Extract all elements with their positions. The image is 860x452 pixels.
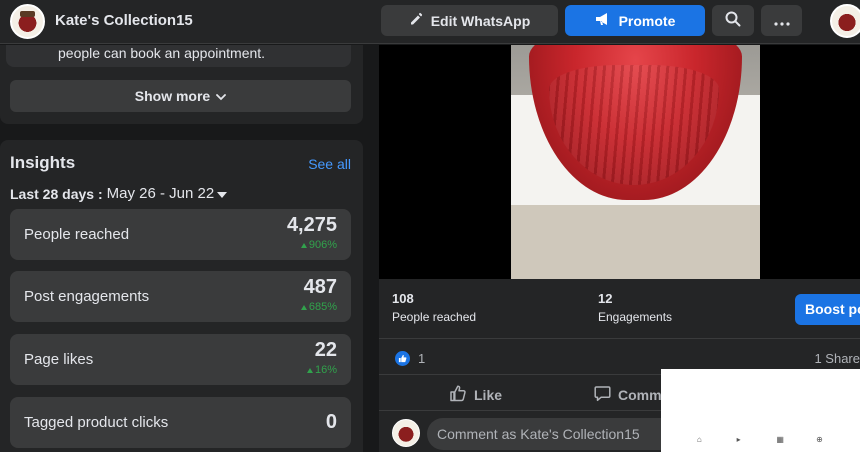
insights-title: Insights: [10, 153, 76, 172]
insights-card: Insights See all Last 28 days : May 26 -…: [0, 140, 363, 452]
show-more-button[interactable]: Show more: [10, 80, 351, 112]
left-column: people can book an appointment. Show mor…: [0, 45, 363, 452]
metric-change: 685%: [300, 301, 337, 313]
post-media[interactable]: [379, 45, 860, 279]
speech-bubble-icon: [594, 385, 611, 405]
megaphone-icon: [595, 12, 611, 29]
metric-label: Tagged product clicks: [24, 414, 169, 431]
edit-whatsapp-label: Edit WhatsApp: [430, 12, 531, 29]
thumbs-up-icon: [449, 385, 467, 405]
comment-input[interactable]: Comment as Kate's Collection15: [427, 418, 677, 450]
see-all-link[interactable]: See all: [308, 156, 351, 172]
period-range: May 26 - Jun 22: [106, 185, 215, 202]
stat-value: 12: [598, 291, 613, 306]
promote-label: Promote: [618, 12, 676, 29]
metric-page-likes[interactable]: Page likes 22 16%: [10, 334, 351, 385]
stat-people-reached[interactable]: 108 People reached: [392, 291, 476, 324]
metric-label: People reached: [24, 226, 130, 243]
promote-button[interactable]: Promote: [565, 5, 705, 36]
metric-change: 906%: [300, 239, 337, 251]
period-label: Last 28 days :: [10, 185, 103, 202]
metric-tagged-product-clicks[interactable]: Tagged product clicks 0: [10, 397, 351, 448]
metric-people-reached[interactable]: People reached 4,275 906%: [10, 209, 351, 260]
trend-up-icon: [306, 367, 313, 373]
metric-value: 487: [303, 276, 337, 298]
overlay-toolbar: ⌂ ▸ ▦ ⊕: [661, 427, 860, 452]
search-button[interactable]: [712, 5, 754, 36]
ellipsis-icon: [773, 13, 790, 29]
play-icon[interactable]: ▸: [737, 435, 745, 444]
overlay-panel: ⌂ ▸ ▦ ⊕: [661, 369, 860, 452]
search-icon: [725, 11, 741, 30]
metric-change-value: 685%: [308, 301, 337, 313]
dress-photo: [511, 45, 760, 279]
about-item: people can book an appointment.: [6, 45, 351, 67]
metric-value: 0: [325, 411, 337, 433]
metric-value: 4,275: [286, 214, 337, 236]
home-icon[interactable]: ⌂: [697, 435, 705, 444]
metric-change: 16%: [306, 364, 337, 376]
stat-engagements[interactable]: 12 Engagements: [598, 291, 672, 324]
like-reaction-icon[interactable]: [395, 351, 410, 366]
more-options-button[interactable]: [761, 5, 802, 36]
chevron-down-icon: [216, 88, 227, 104]
period-selector[interactable]: Last 28 days : May 26 - Jun 22: [10, 185, 228, 202]
photo-floor: [511, 205, 760, 279]
about-card: people can book an appointment. Show mor…: [0, 45, 363, 124]
show-more-label: Show more: [134, 88, 211, 104]
pencil-icon: [409, 12, 423, 29]
profile-avatar[interactable]: [830, 4, 860, 38]
about-text: people can book an appointment.: [58, 45, 266, 61]
trend-up-icon: [300, 242, 307, 248]
metric-label: Post engagements: [24, 288, 150, 305]
shares-count[interactable]: 1 Share: [814, 351, 860, 366]
post-stats: 108 People reached 12 Engagements Boost …: [379, 279, 860, 339]
reaction-count[interactable]: 1: [418, 351, 425, 366]
stat-value: 108: [392, 291, 414, 306]
metric-post-engagements[interactable]: Post engagements 487 685%: [10, 271, 351, 322]
stat-label: People reached: [392, 310, 477, 324]
page-avatar[interactable]: [10, 4, 45, 39]
globe-icon[interactable]: ⊕: [816, 435, 824, 444]
edit-whatsapp-button[interactable]: Edit WhatsApp: [381, 5, 558, 36]
commenter-avatar: [392, 419, 420, 447]
page-title[interactable]: Kate's Collection15: [55, 12, 193, 29]
metric-change-value: 16%: [314, 364, 337, 376]
like-button[interactable]: Like: [449, 385, 502, 405]
boost-post-button[interactable]: Boost post: [795, 294, 860, 325]
metric-value: 22: [314, 339, 337, 361]
like-label: Like: [474, 387, 503, 403]
metric-change-value: 906%: [308, 239, 337, 251]
trend-up-icon: [300, 304, 307, 310]
metric-label: Page likes: [24, 351, 94, 368]
caret-down-icon: [217, 191, 228, 198]
page-root: Kate's Collection15 Edit WhatsApp Promot…: [0, 0, 860, 452]
stat-label: Engagements: [598, 310, 673, 324]
store-icon[interactable]: ▦: [776, 435, 784, 444]
top-bar: Kate's Collection15 Edit WhatsApp Promot…: [0, 0, 860, 44]
